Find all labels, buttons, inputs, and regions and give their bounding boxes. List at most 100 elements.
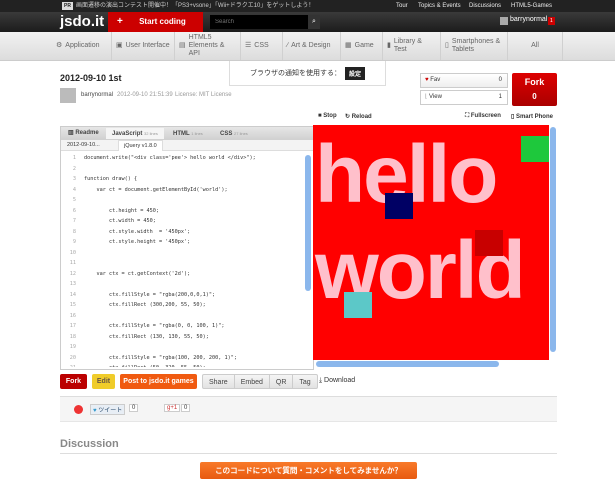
nav-smartphones[interactable]: ▯ Smartphones & Tablets: [441, 32, 508, 60]
subtab-jquery[interactable]: jQuery v1.8.0: [118, 140, 163, 151]
embed-button[interactable]: Embed: [233, 375, 269, 389]
code-text: ctx.fillStyle = "rgba(200,0,0,1)";: [84, 291, 216, 298]
line-number: 17: [69, 323, 76, 329]
code-line: 8 ct.style.width = '450px';: [62, 227, 302, 238]
hatena-icon[interactable]: [74, 405, 83, 414]
fav-button[interactable]: ♥ Fav 0: [420, 73, 508, 88]
line-number: 15: [69, 302, 76, 308]
comment-cta-button[interactable]: このコードについて質問・コメントをしてみませんか？: [200, 462, 417, 479]
tweet-label: ツイート: [98, 408, 123, 414]
nav-art-design[interactable]: ∕ Art & Design: [283, 32, 341, 60]
qr-button[interactable]: QR: [268, 375, 293, 389]
category-nav: ⚙ Application ▣ User Interface ▤ HTML5 Elem…: [0, 32, 615, 61]
username[interactable]: barrynormal: [510, 16, 547, 23]
notify-settings-button[interactable]: 設定: [344, 66, 365, 80]
code-line: 13: [62, 279, 302, 290]
code-line: 19: [62, 342, 302, 353]
tab-label: HTML: [173, 131, 190, 137]
plus-icon: +: [117, 16, 123, 27]
edit-button[interactable]: Edit: [92, 374, 115, 389]
nav-game[interactable]: ▦ Game: [341, 32, 383, 60]
line-number: 16: [69, 312, 76, 319]
code-text: function draw() {: [84, 176, 138, 182]
line-number: 3: [72, 176, 76, 182]
logo[interactable]: jsdo.it: [60, 13, 104, 31]
code-text: ct.style.height = '450px';: [84, 239, 191, 245]
tab-html[interactable]: HTML 1 lines: [167, 128, 209, 139]
code-line: 21 ctx.fillRect (50, 320, 55, 50);: [62, 363, 302, 367]
code-text: ctx.fillRect (50, 320, 55, 50);: [84, 365, 206, 367]
tab-readme[interactable]: ▥ Readme: [62, 128, 105, 139]
line-number: 18: [69, 333, 76, 340]
code-line: 2: [62, 164, 302, 175]
darkred-square: [475, 230, 503, 256]
download-button[interactable]: ⤓ Download: [319, 377, 355, 385]
license[interactable]: License: MIT License: [175, 92, 232, 98]
view-counter: ⌊ View 1: [420, 90, 508, 105]
preview-vertical-scrollbar[interactable]: [550, 127, 556, 352]
code-content[interactable]: 1 document.write("<div class='pee'> hello…: [62, 153, 302, 367]
code-line: 1 document.write("<div class='pee'> hello…: [62, 153, 302, 164]
download-label: Download: [324, 377, 356, 384]
gplus-count: 0: [181, 404, 191, 412]
notification-prompt: ブラウザの通知を使用する： 設定: [229, 61, 386, 86]
library-icon: ▮: [387, 42, 391, 49]
fork-big-button[interactable]: Fork 0: [512, 73, 557, 106]
search-input[interactable]: [210, 15, 308, 29]
preview-canvas: hello world: [313, 125, 549, 360]
created-date: 2012-09-10 21:51:39: [117, 92, 173, 98]
link-tour[interactable]: Tour: [396, 0, 408, 12]
link-topics[interactable]: Topics & Events: [418, 0, 461, 12]
view-label: View: [429, 94, 442, 100]
tag-button[interactable]: Tag: [292, 375, 316, 389]
tweet-button[interactable]: ♥ ツイート: [90, 404, 126, 415]
fav-count: 0: [498, 77, 502, 83]
tab-javascript[interactable]: JavaScript 32 lines: [106, 128, 164, 139]
promo-link[interactable]: 画面遷移の演出コンテスト開催中！「PS3+vsone」「Wii+ドラクエ10」を…: [76, 0, 314, 12]
ui-icon: ▣: [116, 42, 123, 49]
code-text: ct.width = 450;: [84, 218, 156, 224]
smartphone-button[interactable]: ▯ Smart Phone: [511, 113, 553, 120]
editor-scrollbar[interactable]: [305, 155, 311, 291]
tab-css[interactable]: CSS 27 lines: [214, 128, 254, 139]
fork-label: Fork: [524, 77, 545, 87]
nav-html5[interactable]: ▤ HTML5 Elements & API: [175, 32, 241, 60]
line-number: 7: [72, 218, 76, 224]
author-name[interactable]: barrynormal: [81, 92, 113, 98]
code-text: ctx.fillStyle = "rgba(0, 0, 100, 1)";: [84, 323, 225, 329]
nav-all[interactable]: All: [508, 32, 563, 60]
link-html5-games[interactable]: HTML5-Games: [511, 0, 552, 12]
fork-button[interactable]: Fork: [60, 374, 87, 389]
gplus-button[interactable]: g+1: [164, 404, 181, 412]
nav-label: HTML5 Elements & API: [188, 34, 225, 57]
fullscreen-button[interactable]: ⛶ Fullscreen: [465, 113, 501, 120]
line-number: 11: [69, 260, 76, 266]
preview-horizontal-scrollbar[interactable]: [316, 361, 499, 367]
line-number: 2: [72, 165, 76, 172]
line-number: 5: [72, 197, 76, 203]
share-button[interactable]: Share: [203, 375, 234, 389]
phone-icon: ▯: [445, 42, 449, 49]
search-icon[interactable]: ⌕: [308, 15, 320, 29]
stop-button[interactable]: ■ Stop: [318, 113, 337, 119]
nav-label: Application: [65, 42, 100, 49]
tab-label: Readme: [75, 130, 99, 136]
nav-css[interactable]: ☰ CSS: [241, 32, 283, 60]
link-discussions[interactable]: Discussions: [469, 0, 501, 12]
author-avatar[interactable]: [60, 88, 76, 103]
nav-application[interactable]: ⚙ Application: [52, 32, 112, 60]
nav-user-interface[interactable]: ▣ User Interface: [112, 32, 175, 60]
code-line: 17 ctx.fillStyle = "rgba(0, 0, 100, 1)";: [62, 321, 302, 332]
notification-badge[interactable]: 1: [548, 17, 555, 25]
tweet-count: 0: [129, 404, 139, 412]
line-number: 14: [69, 291, 76, 298]
nav-label: CSS: [254, 42, 269, 49]
start-coding-button[interactable]: + Start coding: [108, 12, 203, 32]
post-games-button[interactable]: Post to jsdo.it games: [120, 374, 197, 389]
game-icon: ▦: [345, 42, 352, 49]
reload-button[interactable]: ↻ Reload: [345, 113, 372, 120]
code-text: var ct = document.getElementById('world'…: [84, 186, 228, 193]
tab-lines: 1 lines: [191, 131, 203, 136]
subtab-file[interactable]: 2012-09-10...: [67, 142, 100, 148]
nav-library-test[interactable]: ▮ Library & Test: [383, 32, 441, 60]
